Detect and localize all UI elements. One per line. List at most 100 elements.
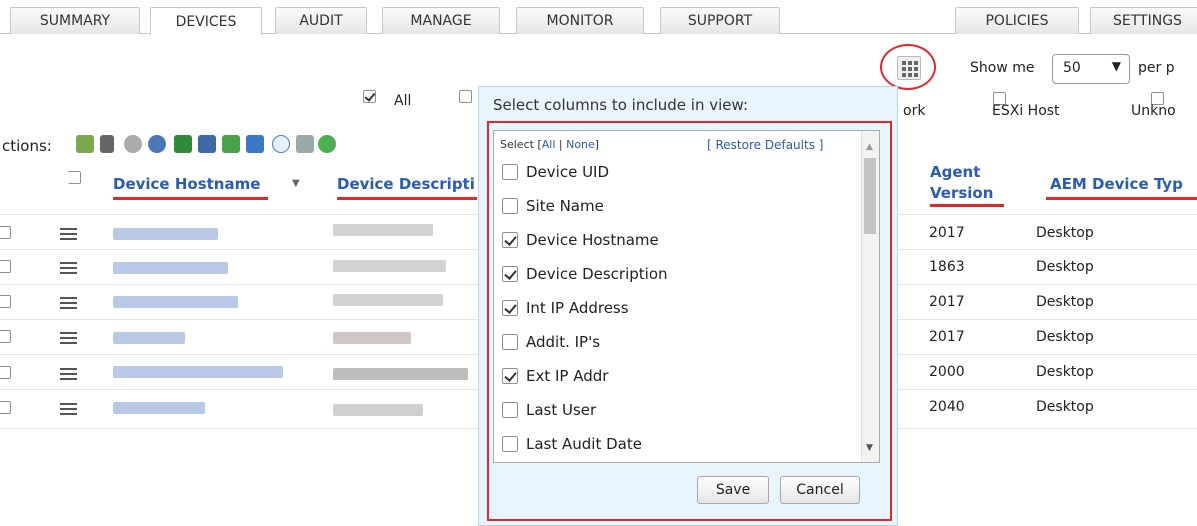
gears-icon[interactable] (148, 135, 166, 153)
filter-checkbox[interactable] (459, 90, 473, 103)
column-header-device-type[interactable]: AEM Device Typ (1050, 175, 1183, 193)
select-all-link[interactable]: All (542, 138, 556, 151)
select-all-rows-checkbox[interactable] (67, 171, 81, 184)
page-size-select[interactable]: 50 ▼ (1052, 54, 1130, 84)
computer-icon[interactable] (198, 135, 216, 153)
column-header-description[interactable]: Device Descripti (337, 175, 475, 193)
chevron-down-icon: ▼ (1111, 59, 1121, 73)
agent-version-cell: 2017 (929, 294, 965, 310)
device-type-cell: Desktop (1036, 399, 1094, 415)
agent-version-cell: 2017 (929, 329, 965, 345)
column-option[interactable]: Device UID (502, 163, 609, 181)
row-menu-icon[interactable] (60, 262, 77, 277)
highlight-box (487, 121, 892, 521)
tab-policies[interactable]: POLICIES (955, 7, 1079, 34)
scrollbar-thumb[interactable] (864, 158, 876, 234)
description-redacted (333, 332, 411, 344)
filter-all-label: All (394, 93, 412, 109)
tab-summary-label: SUMMARY (39, 13, 111, 29)
option-checkbox[interactable] (502, 266, 518, 282)
description-redacted (333, 404, 423, 416)
tab-devices[interactable]: DEVICES (150, 7, 262, 35)
tab-settings[interactable]: SETTINGS (1090, 7, 1197, 34)
tab-monitor[interactable]: MONITOR (516, 7, 644, 34)
row-menu-icon[interactable] (60, 297, 77, 312)
binoculars-icon[interactable] (100, 135, 114, 153)
option-checkbox[interactable] (502, 232, 518, 248)
row-divider (898, 284, 1197, 285)
row-checkbox[interactable] (0, 260, 11, 273)
column-option[interactable]: Site Name (502, 197, 604, 215)
column-picker-title: Select columns to include in view: (493, 96, 748, 114)
row-menu-icon[interactable] (60, 332, 77, 347)
device-type-cell: Desktop (1036, 294, 1094, 310)
row-divider (0, 389, 478, 390)
cancel-button[interactable]: Cancel (780, 476, 860, 504)
option-label: Site Name (526, 197, 604, 215)
restore-defaults-link[interactable]: [ Restore Defaults ] (707, 138, 823, 152)
column-header-version[interactable]: Version (930, 184, 993, 202)
scroll-up-icon[interactable]: ▲ (866, 142, 873, 152)
column-option[interactable]: Device Description (502, 265, 668, 283)
tab-settings-label: SETTINGS (1113, 13, 1182, 29)
network-icon[interactable] (222, 135, 240, 153)
row-checkbox[interactable] (0, 330, 11, 343)
row-checkbox[interactable] (0, 401, 11, 414)
option-checkbox[interactable] (502, 368, 518, 384)
separator: | (558, 138, 563, 151)
column-option[interactable]: Ext IP Addr (502, 367, 608, 385)
option-checkbox[interactable] (502, 300, 518, 316)
column-option[interactable]: Last Audit Date (502, 435, 642, 453)
option-checkbox[interactable] (502, 436, 518, 452)
option-label: Device Description (526, 265, 668, 283)
option-checkbox[interactable] (502, 402, 518, 418)
remote-icon[interactable] (246, 135, 264, 153)
option-label: Addit. IP's (526, 333, 601, 351)
row-checkbox[interactable] (0, 226, 11, 239)
hostname-redacted (113, 262, 228, 274)
highlight-underline (1046, 197, 1197, 200)
row-menu-icon[interactable] (60, 368, 77, 383)
option-checkbox[interactable] (502, 198, 518, 214)
column-option[interactable]: Last User (502, 401, 596, 419)
description-redacted (333, 294, 443, 306)
highlight-circle (880, 44, 936, 90)
option-checkbox[interactable] (502, 334, 518, 350)
excel-icon[interactable] (174, 135, 192, 153)
column-header-hostname[interactable]: Device Hostname (113, 175, 260, 193)
column-option[interactable]: Int IP Address (502, 299, 629, 317)
column-header-agent[interactable]: Agent (930, 163, 980, 181)
row-menu-icon[interactable] (60, 228, 77, 243)
save-button[interactable]: Save (697, 476, 769, 504)
job-icon[interactable] (296, 135, 314, 153)
row-divider (898, 428, 1197, 429)
refresh-icon[interactable] (318, 135, 336, 153)
home-icon[interactable] (76, 135, 94, 153)
tab-policies-label: POLICIES (985, 13, 1049, 29)
highlight-underline (930, 204, 1004, 207)
tab-manage[interactable]: MANAGE (382, 7, 500, 34)
description-redacted (333, 368, 468, 380)
scroll-down-icon[interactable]: ▼ (866, 443, 873, 453)
column-option[interactable]: Addit. IP's (502, 333, 600, 351)
tab-audit-label: AUDIT (299, 13, 343, 29)
filter-all-checkbox[interactable] (363, 90, 376, 103)
chat-icon[interactable] (272, 135, 290, 153)
row-checkbox[interactable] (0, 366, 11, 379)
hostname-redacted (113, 228, 218, 240)
row-divider (0, 428, 478, 429)
filter-unknown-label: Unkno (1131, 103, 1176, 119)
option-checkbox[interactable] (502, 164, 518, 180)
option-label: Device UID (526, 163, 610, 181)
row-divider (898, 354, 1197, 355)
sort-desc-icon[interactable]: ▼ (292, 178, 300, 189)
tab-summary[interactable]: SUMMARY (10, 7, 140, 34)
column-option[interactable]: Device Hostname (502, 231, 659, 249)
row-checkbox[interactable] (0, 295, 11, 308)
hostname-redacted (113, 366, 283, 378)
gear-icon[interactable] (124, 135, 142, 153)
select-none-link[interactable]: None (566, 138, 595, 151)
tab-support[interactable]: SUPPORT (660, 7, 780, 34)
row-menu-icon[interactable] (60, 403, 77, 418)
tab-audit[interactable]: AUDIT (275, 7, 367, 34)
